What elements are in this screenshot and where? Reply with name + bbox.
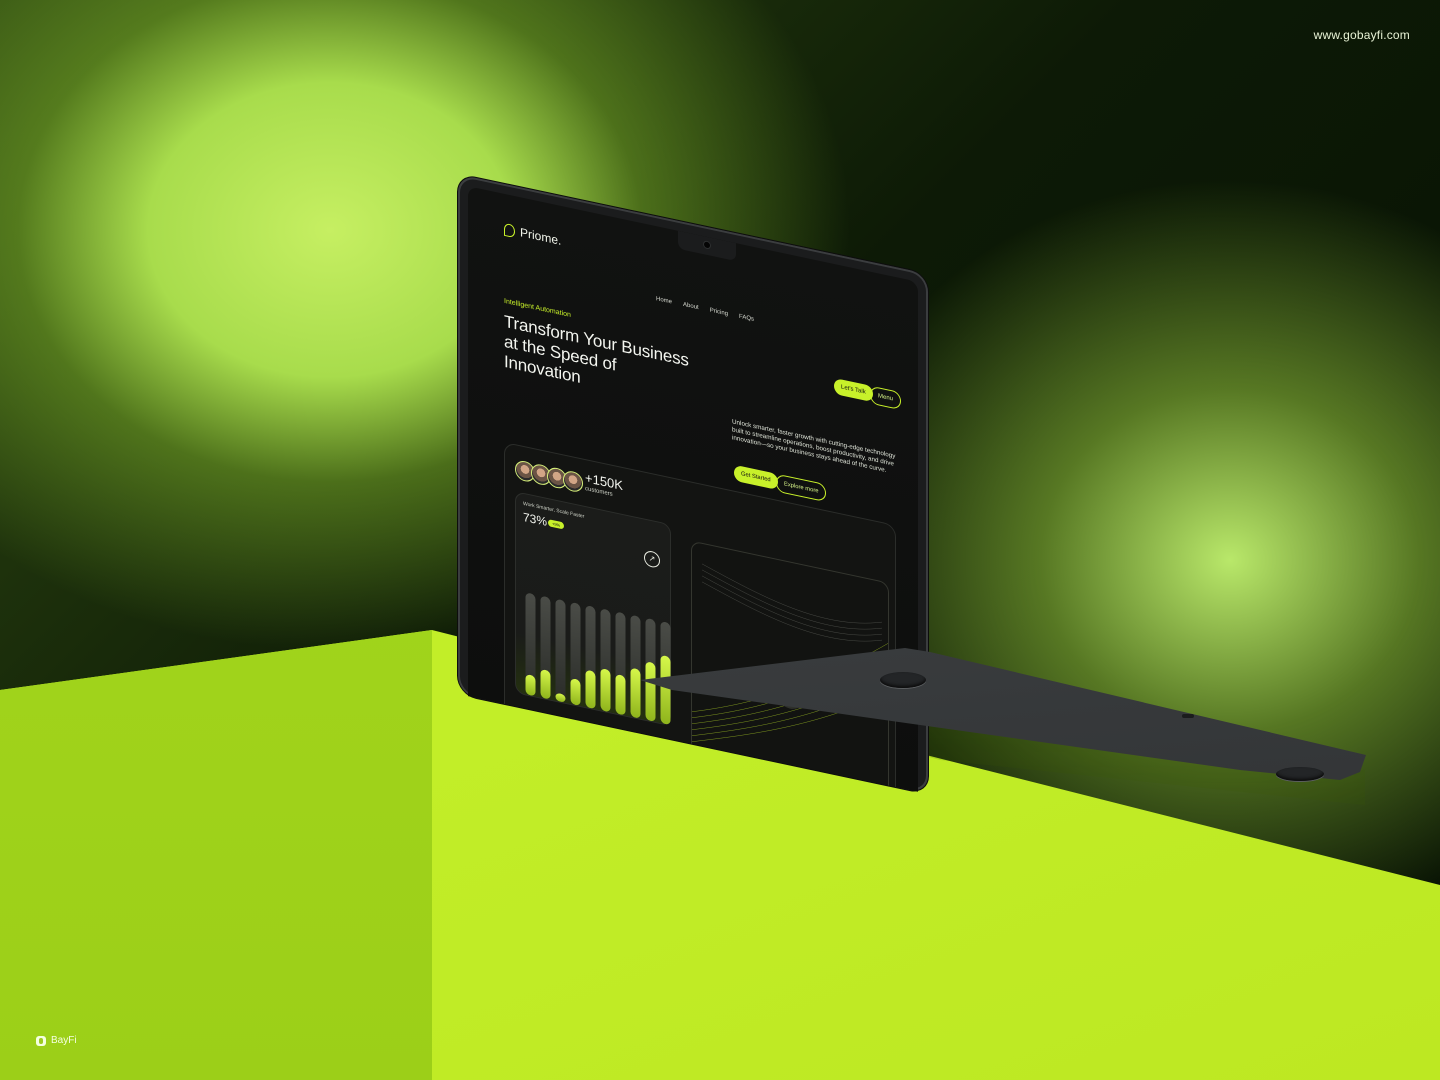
customer-avatars: [515, 459, 583, 494]
menu-button[interactable]: Menu: [870, 385, 902, 411]
website-url: www.gobayfi.com: [1313, 28, 1410, 42]
laptop-lid-notch: [1182, 714, 1194, 718]
bar-6: [600, 668, 611, 712]
bar-9: [645, 662, 656, 722]
main-nav: Home About Pricing FAQs: [656, 296, 754, 323]
nav-home[interactable]: Home: [656, 296, 672, 305]
hero-headline: Transform Your Business at the Speed of …: [504, 311, 689, 388]
nav-about[interactable]: About: [683, 302, 699, 311]
site-logo[interactable]: Priome.: [504, 222, 561, 248]
growth-bar-chart: [525, 593, 671, 725]
explore-more-button[interactable]: Explore more: [776, 473, 827, 503]
chart-badge: +5%: [548, 519, 565, 530]
camera-icon: [704, 241, 710, 249]
growth-chart-card: Work Smarter, Scale Faster 73% +5% ↗: [515, 491, 671, 727]
logo-text: Priome.: [520, 225, 562, 248]
arrow-up-right-icon[interactable]: ↗: [644, 549, 660, 569]
hero-subcopy: Unlock smarter, faster growth with cutti…: [732, 418, 896, 475]
bayfi-logo-icon: [36, 1035, 46, 1046]
bar-8: [630, 668, 641, 718]
chart-percent: 73%: [523, 509, 548, 529]
nav-faqs[interactable]: FAQs: [739, 314, 754, 323]
bar-1: [525, 674, 536, 696]
brand-name: BayFi: [51, 1035, 77, 1046]
laptop-foot: [1276, 767, 1324, 781]
priome-logo-icon: [504, 222, 515, 238]
bar-7: [615, 674, 626, 715]
lets-talk-button[interactable]: Let's Talk: [834, 377, 873, 403]
bar-2: [540, 669, 551, 699]
nav-pricing[interactable]: Pricing: [710, 308, 728, 318]
brand-watermark: BayFi: [36, 1035, 77, 1046]
get-started-button[interactable]: Get Started: [734, 464, 778, 490]
bar-10: [660, 655, 671, 725]
avatar: [563, 469, 583, 494]
bar-4: [570, 678, 581, 706]
bar-track: [555, 599, 566, 702]
bar-5: [585, 670, 596, 709]
laptop-foot: [880, 672, 926, 688]
